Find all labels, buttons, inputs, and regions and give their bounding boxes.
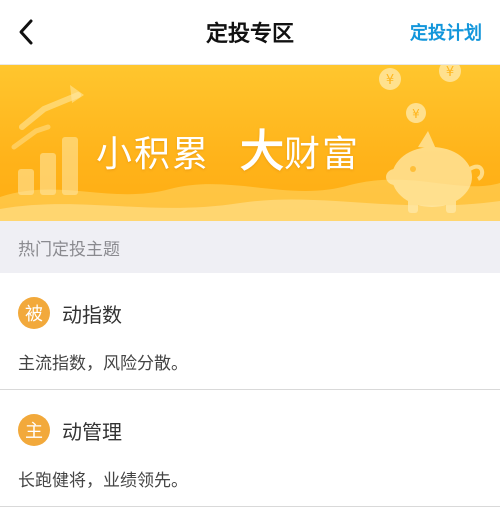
section-header: 热门定投主题: [0, 221, 500, 273]
svg-text:¥: ¥: [386, 73, 394, 88]
coin-icon: ¥ ¥ ¥: [379, 65, 461, 123]
topic-title: 动指数: [62, 302, 122, 327]
topic-badge: 被: [18, 297, 50, 329]
topic-item-active-management[interactable]: 主 动管理 长跑健将，业绩领先。: [0, 390, 500, 507]
topic-item-passive-index[interactable]: 被 动指数 主流指数，风险分散。: [0, 273, 500, 390]
arrow-up-icon: [19, 92, 81, 130]
growth-chart-icon: [18, 137, 78, 195]
topic-badge: 主: [18, 414, 50, 446]
svg-text:¥: ¥: [446, 65, 454, 80]
svg-text:¥: ¥: [412, 107, 420, 121]
promo-banner[interactable]: ¥ ¥ ¥ 小积累 大 财富: [0, 65, 500, 221]
topic-description: 主流指数，风险分散。: [18, 354, 188, 374]
topic-description: 长跑健将，业绩领先。: [18, 471, 188, 491]
topic-title: 动管理: [62, 419, 122, 444]
plan-link[interactable]: 定投计划: [410, 0, 482, 64]
slogan-part-2: 大: [240, 126, 285, 177]
nav-bar: 定投专区 定投计划: [0, 0, 500, 65]
slogan-part-3: 财富: [284, 134, 361, 175]
slogan-part-1: 小积累: [96, 134, 211, 175]
banner-slogan: 小积累 大 财富: [96, 115, 360, 179]
